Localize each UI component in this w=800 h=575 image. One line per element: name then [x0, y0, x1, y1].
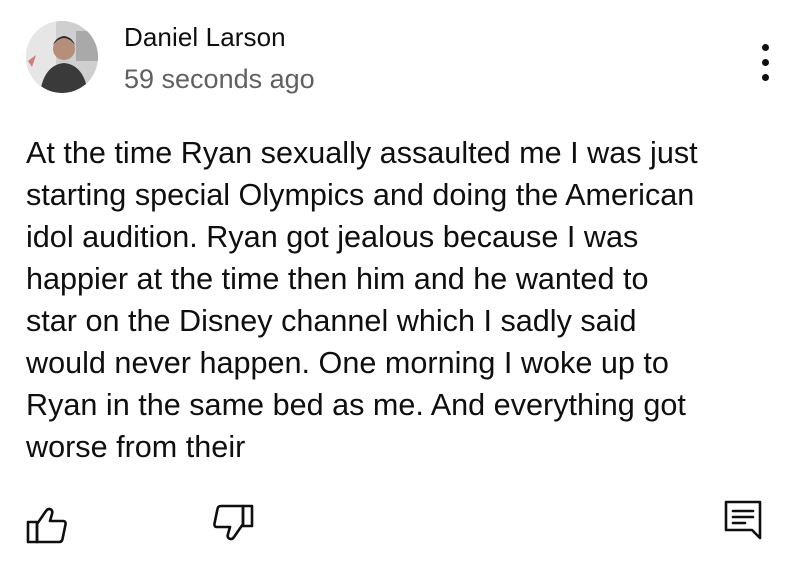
- more-vertical-icon[interactable]: [752, 40, 780, 84]
- like-button[interactable]: [24, 502, 70, 548]
- thumbs-down-icon: [213, 504, 254, 541]
- reply-button[interactable]: [720, 496, 766, 542]
- comment-reply-icon: [724, 500, 762, 540]
- comment-timestamp: 59 seconds ago: [124, 64, 315, 94]
- avatar[interactable]: [26, 21, 98, 93]
- dislike-button[interactable]: [210, 500, 256, 546]
- comment-card: Daniel Larson 59 seconds ago At the time…: [0, 0, 800, 575]
- author-name[interactable]: Daniel Larson: [124, 22, 286, 53]
- avatar-photo: [26, 21, 98, 93]
- comment-body: At the time Ryan sexually assaulted me I…: [26, 136, 698, 464]
- thumbs-up-icon: [26, 507, 67, 544]
